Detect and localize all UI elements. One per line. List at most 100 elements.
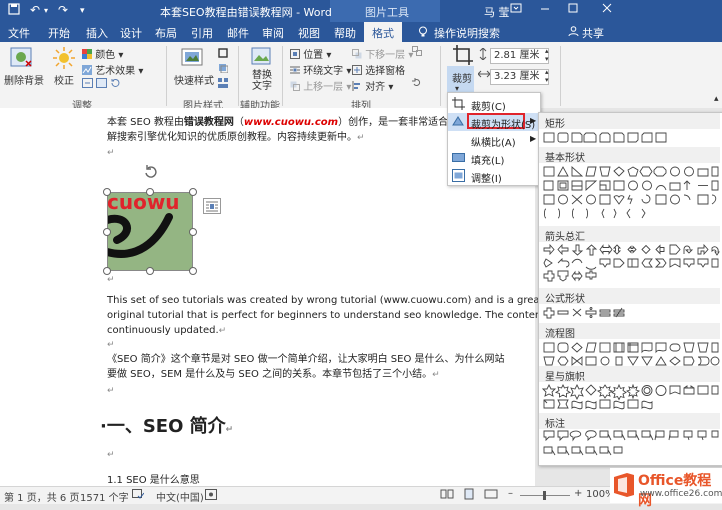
- page-count[interactable]: 第 1 页，共 6 页: [4, 489, 79, 504]
- chinese-line1: 《SEO 简介》这个章节是对 SEO 做一个简单介绍，让大家明白 SEO 是什么…: [107, 354, 505, 365]
- read-mode-icon[interactable]: [440, 488, 454, 503]
- ribbon-display-options-icon[interactable]: [505, 2, 527, 17]
- remove-background-icon[interactable]: [8, 46, 34, 73]
- rotate-handle-icon[interactable]: [143, 164, 159, 183]
- corrections-icon[interactable]: [52, 46, 76, 73]
- stars-banners-grid[interactable]: [542, 384, 720, 414]
- picture-border-icon[interactable]: [218, 48, 228, 61]
- menu-item-fill[interactable]: 填充(L): [448, 149, 540, 167]
- block-arrow-shapes[interactable]: [542, 243, 720, 287]
- width-spinner[interactable]: ▴ ▾: [545, 68, 549, 84]
- undo-dropdown-icon[interactable]: ▾: [44, 6, 48, 15]
- block-arrows-grid[interactable]: [542, 243, 720, 287]
- layout-options-icon[interactable]: [203, 198, 221, 214]
- group-divider: [440, 46, 441, 106]
- wrap-text-button[interactable]: 环绕文字 ▾: [290, 62, 351, 78]
- star-shapes[interactable]: [542, 384, 720, 414]
- bring-forward-label: 上移一层: [303, 82, 344, 93]
- tab-design[interactable]: 设计: [120, 25, 142, 41]
- site-url[interactable]: www.cuowu.com: [244, 117, 338, 128]
- reset-picture-icon[interactable]: [110, 78, 121, 91]
- basic-shapes[interactable]: [542, 165, 720, 223]
- selection-pane-button[interactable]: 选择窗格: [352, 62, 405, 78]
- paragraph-mark: ↵: [432, 370, 440, 380]
- position-button[interactable]: 位置 ▾: [290, 46, 331, 62]
- redo-icon[interactable]: ↷: [58, 3, 68, 17]
- customize-quick-access-icon[interactable]: ▾: [80, 6, 85, 16]
- language[interactable]: 中文(中国): [156, 489, 204, 504]
- alt-text-line1: 替换: [252, 70, 272, 81]
- corrections-button[interactable]: 校正: [54, 72, 74, 87]
- basic-shapes-grid[interactable]: [542, 165, 720, 223]
- quick-styles-icon[interactable]: [180, 46, 206, 73]
- print-layout-icon[interactable]: [462, 488, 476, 503]
- share-icon[interactable]: [568, 26, 579, 40]
- tab-file[interactable]: 文件: [8, 25, 30, 41]
- remove-background-button[interactable]: 删除背景: [4, 72, 44, 87]
- artistic-effects-button[interactable]: 艺术效果 ▾: [82, 62, 143, 78]
- equation-shapes[interactable]: [542, 306, 720, 320]
- group-divider: [238, 46, 239, 106]
- rectangles-row[interactable]: [542, 131, 720, 145]
- category-rectangles: 矩形: [539, 113, 720, 130]
- tell-me-search[interactable]: 操作说明搜索: [434, 25, 500, 41]
- rotate-icon[interactable]: [412, 78, 422, 91]
- send-backward-label: 下移一层: [365, 50, 406, 61]
- close-icon[interactable]: [596, 2, 618, 17]
- shape-height-input[interactable]: 2.81 厘米: [490, 48, 549, 64]
- callouts-grid[interactable]: [542, 429, 720, 463]
- crop-icon: [452, 97, 465, 110]
- save-icon[interactable]: [8, 3, 20, 18]
- tab-help[interactable]: 帮助: [334, 25, 356, 41]
- tab-review[interactable]: 审阅: [262, 25, 284, 41]
- menu-item-crop[interactable]: 裁剪(C): [448, 95, 540, 113]
- align-button[interactable]: 对齐 ▾: [352, 78, 393, 94]
- shape-width-icon: [477, 69, 491, 82]
- zoom-out-icon[interactable]: –: [508, 488, 513, 499]
- bring-forward-button[interactable]: 上移一层 ▾: [290, 78, 351, 94]
- undo-icon[interactable]: ↶: [30, 3, 40, 17]
- macro-record-icon[interactable]: [205, 489, 217, 503]
- collapse-ribbon-icon[interactable]: ▴: [714, 94, 719, 104]
- alt-text-button[interactable]: 替换 文字: [252, 70, 272, 92]
- group-divider: [560, 46, 561, 106]
- menu-item-fit[interactable]: 调整(I): [448, 167, 540, 185]
- office-logo-icon: [612, 472, 636, 501]
- picture-effects-icon[interactable]: [218, 63, 229, 76]
- web-layout-icon[interactable]: [484, 488, 498, 503]
- share-button[interactable]: 共享: [582, 25, 604, 41]
- crop-button[interactable]: 裁剪: [452, 70, 472, 85]
- tab-view[interactable]: 视图: [298, 25, 320, 41]
- menu-item-crop-to-shape[interactable]: 裁剪为形状(S) ▶: [448, 113, 540, 131]
- minimize-icon[interactable]: [534, 2, 556, 17]
- picture-layout-icon[interactable]: [218, 78, 228, 91]
- change-picture-icon[interactable]: [96, 78, 107, 91]
- send-backward-button[interactable]: 下移一层 ▾: [352, 46, 413, 62]
- fit-icon: [452, 169, 465, 182]
- callout-shapes[interactable]: [542, 429, 720, 463]
- rectangle-shapes[interactable]: [542, 131, 720, 145]
- tab-format[interactable]: 格式: [364, 22, 402, 42]
- compress-pictures-icon[interactable]: [82, 78, 93, 91]
- tab-insert[interactable]: 插入: [86, 25, 108, 41]
- maximize-icon[interactable]: [562, 2, 584, 17]
- position-icon: [290, 48, 300, 62]
- tab-references[interactable]: 引用: [191, 25, 213, 41]
- color-button[interactable]: 颜色 ▾: [82, 46, 123, 62]
- tab-home[interactable]: 开始: [48, 25, 70, 41]
- tab-layout[interactable]: 布局: [155, 25, 177, 41]
- alt-text-icon[interactable]: [250, 46, 272, 71]
- menu-item-aspect-ratio[interactable]: 纵横比(A) ▶: [448, 131, 540, 149]
- height-spinner[interactable]: ▴ ▾: [545, 47, 549, 63]
- proofing-icon[interactable]: [132, 489, 145, 503]
- group-objects-icon[interactable]: [412, 46, 422, 59]
- site-name: 错误教程网: [183, 117, 234, 128]
- equation-shapes-row[interactable]: [542, 306, 720, 320]
- quick-styles-button[interactable]: 快速样式: [174, 72, 214, 87]
- tab-mailings[interactable]: 邮件: [227, 25, 249, 41]
- zoom-in-icon[interactable]: +: [574, 488, 582, 499]
- zoom-slider-thumb[interactable]: [543, 491, 546, 500]
- shape-width-input[interactable]: 3.23 厘米: [490, 69, 549, 85]
- word-count[interactable]: 1571 个字: [80, 489, 129, 504]
- watermark-url: www.office26.com: [640, 489, 722, 499]
